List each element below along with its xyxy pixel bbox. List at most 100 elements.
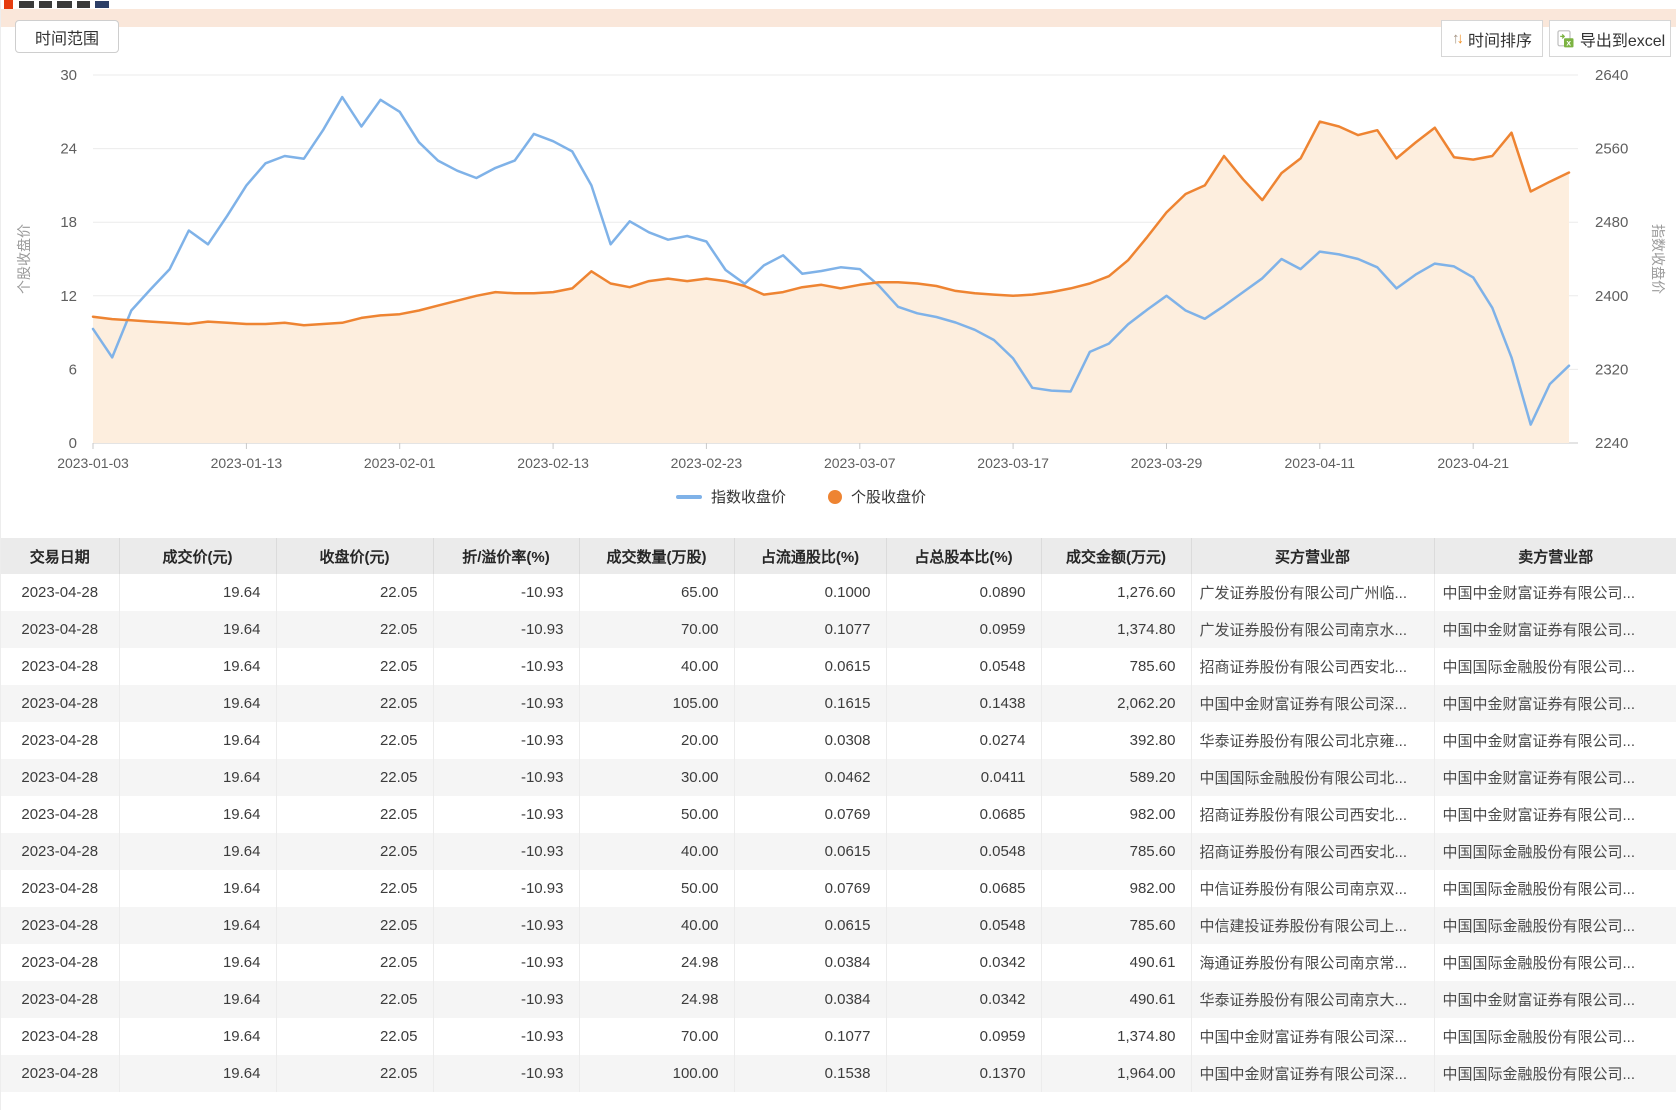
svg-text:2560: 2560 [1595,141,1628,158]
table-cell: -10.93 [433,648,580,685]
column-header: 卖方营业部 [1434,538,1676,574]
table-row: 2023-04-28 19.64 22.05 -10.93 70.00 0.1077 0.0… [1,611,1676,648]
table-cell: 24.98 [579,944,735,981]
table-cell: 19.64 [119,722,277,759]
table-cell: 0.0769 [734,796,887,833]
table-cell: 40.00 [579,833,735,870]
table-cell: 785.60 [1041,648,1192,685]
table-cell: 100.00 [579,1055,735,1092]
table-cell: 19.64 [119,685,277,722]
table-cell: 2023-04-28 [1,574,120,611]
table-cell: 0.1077 [734,611,887,648]
table-cell: 中国中金财富证券有限公司... [1442,585,1636,602]
table-cell: 0.0769 [734,870,887,907]
table-cell: 105.00 [579,685,735,722]
table-cell: 2,062.20 [1041,685,1192,722]
block-trade-panel: 时间范围 ↑↓ 时间排序 x 导出到excel 30 2640 24 2560 18 24… [0,0,1676,1110]
time-sort-label: 时间排序 [1467,32,1532,50]
table-cell: 982.00 [1041,796,1192,833]
table-cell: 22.05 [276,759,434,796]
table-cell: 785.60 [1041,907,1192,944]
table-cell: 19.64 [119,870,277,907]
table-cell: 490.61 [1041,981,1192,1018]
table-cell: 19.64 [119,611,277,648]
table-cell: 2023-04-28 [1,1018,120,1055]
table-cell: 0.1438 [886,685,1042,722]
svg-text:18: 18 [60,214,77,231]
table-cell: -10.93 [433,944,580,981]
table-row: 2023-04-28 19.64 22.05 -10.93 65.00 0.1000 0.0… [1,574,1676,611]
time-sort-button[interactable]: ↑↓ 时间排序 [1441,20,1543,57]
price-chart: 30 2640 24 2560 18 2480 12 2400 6 2320 0 2240 2023-0… [16,67,1666,471]
table-cell: 22.05 [276,907,434,944]
table-cell: 19.64 [119,574,277,611]
table-cell: 中国国际金融股份有限公司... [1442,1066,1636,1083]
table-cell: 1,964.00 [1041,1055,1192,1092]
table-cell: 2023-04-28 [1,1055,120,1092]
table-cell: 0.0462 [734,759,887,796]
table-cell: 华泰证券股份有限公司南京大... [1191,981,1435,1018]
table-cell: 22.05 [276,574,434,611]
svg-text:2023-02-01: 2023-02-01 [364,455,436,471]
table-cell: 22.05 [276,648,434,685]
table-row: 2023-04-28 19.64 22.05 -10.93 24.98 0.0384 0.0… [1,944,1676,981]
table-cell: 785.60 [1041,833,1192,870]
column-header: 折/溢价率(%) [433,538,580,574]
table-cell: 中国国际金融股份有限公司北... [1191,759,1435,796]
table-cell: 中国国际金融股份有限公司... [1442,844,1636,861]
column-header: 交易日期 [1,538,120,574]
legend-item-index-close[interactable]: 指数收盘价 [675,486,786,507]
legend-line-swatch-icon [675,494,702,499]
column-header: 买方营业部 [1191,538,1435,574]
table-cell: 589.20 [1041,759,1192,796]
svg-text:24: 24 [60,141,77,158]
table-cell: 中国中金财富证券有限公司深... [1191,685,1435,722]
table-cell: -10.93 [433,722,580,759]
table-cell: 中国国际金融股份有限公司... [1442,881,1636,898]
trades-table: 交易日期 成交价(元) 收盘价(元) 折/溢价率(%) 成交数量(万股) 占流通股比(%)… [1,538,1676,1092]
svg-text:2240: 2240 [1595,435,1628,452]
table-cell: 40.00 [579,648,735,685]
table-cell: 70.00 [579,1018,735,1055]
svg-text:2023-03-17: 2023-03-17 [977,455,1049,471]
table-cell: 22.05 [276,611,434,648]
table-cell: 0.0342 [886,944,1042,981]
table-cell: 392.80 [1041,722,1192,759]
table-cell: 招商证券股份有限公司西安北... [1191,796,1435,833]
table-cell: 70.00 [579,611,735,648]
svg-text:2023-01-13: 2023-01-13 [211,455,283,471]
table-cell: -10.93 [433,907,580,944]
export-excel-button[interactable]: x 导出到excel [1549,20,1671,57]
trades-table-wrap: 交易日期 成交价(元) 收盘价(元) 折/溢价率(%) 成交数量(万股) 占流通股比(%)… [1,538,1676,1092]
page-title-cutoff [1,0,1676,9]
table-cell: 2023-04-28 [1,870,120,907]
table-cell: -10.93 [433,796,580,833]
legend-item-stock-close[interactable]: 个股收盘价 [828,486,926,507]
table-cell: 2023-04-28 [1,833,120,870]
table-cell: 1,276.60 [1041,574,1192,611]
table-row: 2023-04-28 19.64 22.05 -10.93 50.00 0.0769 0.0… [1,796,1676,833]
table-cell: -10.93 [433,759,580,796]
svg-text:12: 12 [60,288,77,305]
table-cell: 中国中金财富证券有限公司... [1442,992,1636,1009]
table-cell: -10.93 [433,1055,580,1092]
table-cell: 24.98 [579,981,735,1018]
table-cell: -10.93 [433,870,580,907]
svg-text:个股收盘价: 个股收盘价 [16,224,32,294]
svg-text:6: 6 [69,361,77,378]
table-cell: 0.1000 [734,574,887,611]
svg-text:指数收盘价: 指数收盘价 [1650,224,1666,294]
table-cell: 中国中金财富证券有限公司... [1442,770,1636,787]
table-cell: 19.64 [119,944,277,981]
table-cell: 22.05 [276,1018,434,1055]
table-cell: -10.93 [433,611,580,648]
table-cell: 中国中金财富证券有限公司... [1442,733,1636,750]
table-cell: 0.0685 [886,796,1042,833]
svg-text:2023-03-29: 2023-03-29 [1131,455,1203,471]
table-cell: 0.1538 [734,1055,887,1092]
svg-text:2023-02-13: 2023-02-13 [517,455,589,471]
table-cell: 广发证券股份有限公司南京水... [1191,611,1435,648]
table-cell: 19.64 [119,1018,277,1055]
table-header-row: 交易日期 成交价(元) 收盘价(元) 折/溢价率(%) 成交数量(万股) 占流通股比(%)… [1,538,1676,574]
time-range-button[interactable]: 时间范围 [15,20,119,53]
